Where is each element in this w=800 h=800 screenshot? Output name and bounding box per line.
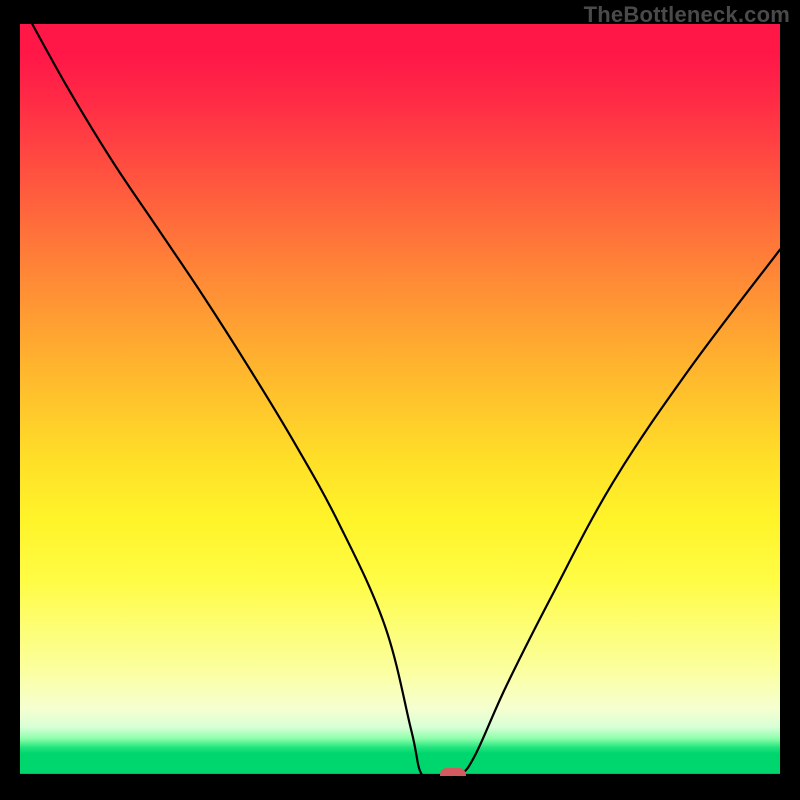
minimum-marker [440, 768, 466, 776]
plot-area [20, 24, 780, 776]
watermark-text: TheBottleneck.com [584, 2, 790, 28]
chart-stage: TheBottleneck.com [0, 0, 800, 800]
curve-svg [20, 24, 780, 776]
bottleneck-curve [20, 24, 780, 776]
